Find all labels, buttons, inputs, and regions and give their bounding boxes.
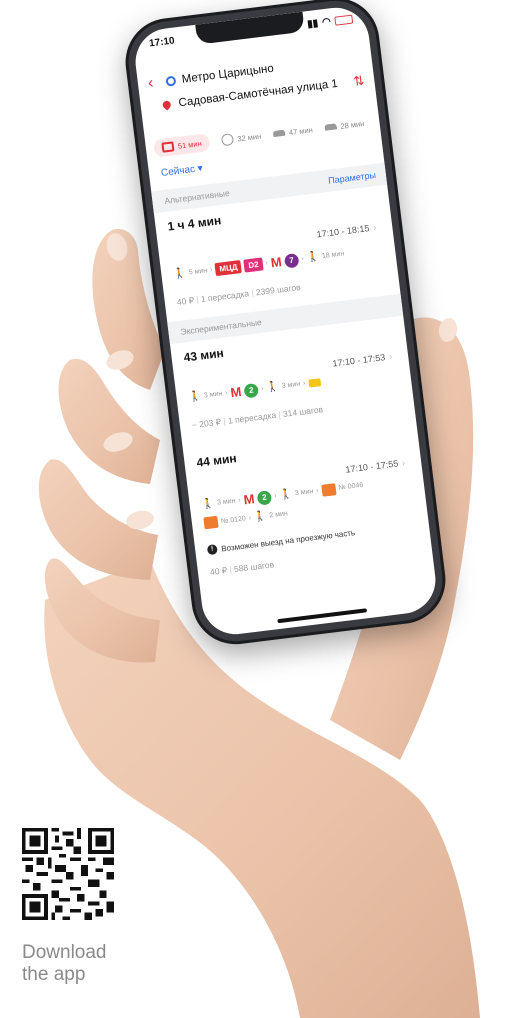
mode-taxi-label: 28 мин [339,118,365,131]
chevron-right-icon: › [372,222,377,233]
download-line-1: Download [22,942,107,963]
route-time: 17:10 - 17:55 › [344,457,406,475]
route-steps-count: 2399 шагов [255,281,302,298]
origin-field[interactable]: Метро Царицыно [181,63,274,86]
metro-logo-icon: M [242,491,256,508]
bus-icon [161,141,175,153]
walk-icon: 🚶 [253,510,268,523]
mode-bike[interactable]: 32 мин [220,130,262,147]
metro-logo-icon: M [269,254,283,271]
route-price: 40 ₽ [209,565,228,578]
route-steps: 🚶 5 мин › МЦД D2 › M 7 › 🚶 18 мин [173,241,386,282]
walk-duration: 18 мин [321,250,345,261]
chevron-right-icon: › [401,457,406,468]
route-steps-count: 588 шагов [233,559,275,575]
walk-icon: 🚶 [265,381,280,394]
route-price: 40 ₽ [176,295,195,308]
route-duration: 1 ч 4 мин [166,213,222,234]
arrow-icon: › [302,380,306,388]
route-warning: ! Возможен выезд на проезжую часть [206,527,356,556]
d2-badge: D2 [243,257,264,273]
swap-direction-icon[interactable]: ⇅ [352,73,365,90]
section-experimental-title: Экспериментальные [179,316,263,337]
walk-icon: 🚶 [278,488,293,501]
chevron-right-icon: › [388,351,393,362]
arrow-icon: › [209,266,213,274]
warning-text: Возможен выезд на проезжую часть [220,527,356,553]
route-duration: 44 мин [195,451,238,470]
route-time: 17:10 - 18:15 › [316,222,377,240]
metro-line-badge: 7 [283,252,300,269]
status-icons: ▮▮ ◠ [306,13,354,30]
walk-duration: 2 мин [268,509,289,519]
route-meta: 40 ₽ | 588 шагов [209,559,275,578]
route-steps: 🚶 3 мин › M 2 › 🚶 3 мин › [188,364,401,405]
arrow-icon: › [265,259,269,267]
route-transfers: 1 пересадка [227,409,277,426]
mcd-badge: МЦД [214,260,243,277]
mode-car-label: 47 мин [288,124,314,137]
bike-icon [220,133,235,147]
walk-icon: 🚶 [306,251,320,264]
metro-line-badge: 2 [243,382,260,398]
walk-icon: 🚶 [201,498,215,511]
origin-dot-icon [165,75,177,87]
mode-taxi[interactable]: 28 мин [324,118,365,132]
status-time: 17:10 [148,34,176,50]
transport-mode-tabs: 51 мин 32 мин 47 мин 28 мин [152,107,381,162]
params-link[interactable]: Параметры [328,170,377,186]
walk-duration: 5 мин [188,267,208,277]
arrow-icon: › [273,492,278,500]
bike-number: № 0120 [220,514,247,525]
download-line-2: the app [22,964,86,985]
arrow-icon: › [260,385,264,393]
back-arrow-icon[interactable]: ‹ [147,73,163,93]
metro-line-badge: 2 [256,489,273,506]
signal-icon: ▮▮ [306,17,319,30]
promo-stage: 17:10 ▮▮ ◠ ‹ Метро Царицыно Садовая-Само… [0,0,515,1018]
qr-code[interactable] [22,828,114,920]
route-duration: 43 мин [182,345,225,365]
departure-time-selector[interactable]: Сейчас ▾ [160,163,203,179]
mode-bike-label: 32 мин [236,131,262,143]
arrow-icon: › [224,389,229,397]
mode-transit[interactable]: 51 мин [152,132,211,158]
walk-icon: 🚶 [187,390,202,404]
metro-logo-icon: M [229,383,243,401]
arrow-icon: › [315,487,320,495]
car-icon [272,129,286,138]
route-transfers: 1 пересадка [200,288,250,305]
arrow-icon: › [237,496,242,505]
mode-car[interactable]: 47 мин [272,125,313,139]
walk-duration: 3 мин [203,390,223,400]
mode-transit-label: 51 мин [177,138,203,151]
warning-icon: ! [206,544,218,556]
taxi-icon [324,123,337,131]
download-link[interactable]: Download the app [22,942,107,986]
route-meta: ~ 203 ₽ | 1 пересадка | 314 шагов [191,404,324,431]
route-meta: 40 ₽ | 1 пересадка | 2399 шагов [176,281,302,308]
section-alternative-title: Альтернативные [163,187,231,206]
walk-icon: 🚶 [172,267,187,281]
wifi-icon: ◠ [321,15,332,28]
bikeshare-icon [203,515,219,530]
destination-pin-icon [161,99,173,111]
arrow-icon: › [248,514,252,522]
bikeshare-icon [320,482,337,497]
bike-number: № 0046 [338,481,364,492]
battery-icon [334,14,354,26]
walk-duration: 3 мин [294,487,314,498]
route-price: ~ 203 ₽ [191,416,222,431]
route-steps-count: 314 шагов [282,404,324,419]
taxi-icon [307,377,321,388]
arrow-icon: › [301,255,305,263]
walk-duration: 3 мин [281,380,301,390]
walk-duration: 3 мин [216,497,236,507]
